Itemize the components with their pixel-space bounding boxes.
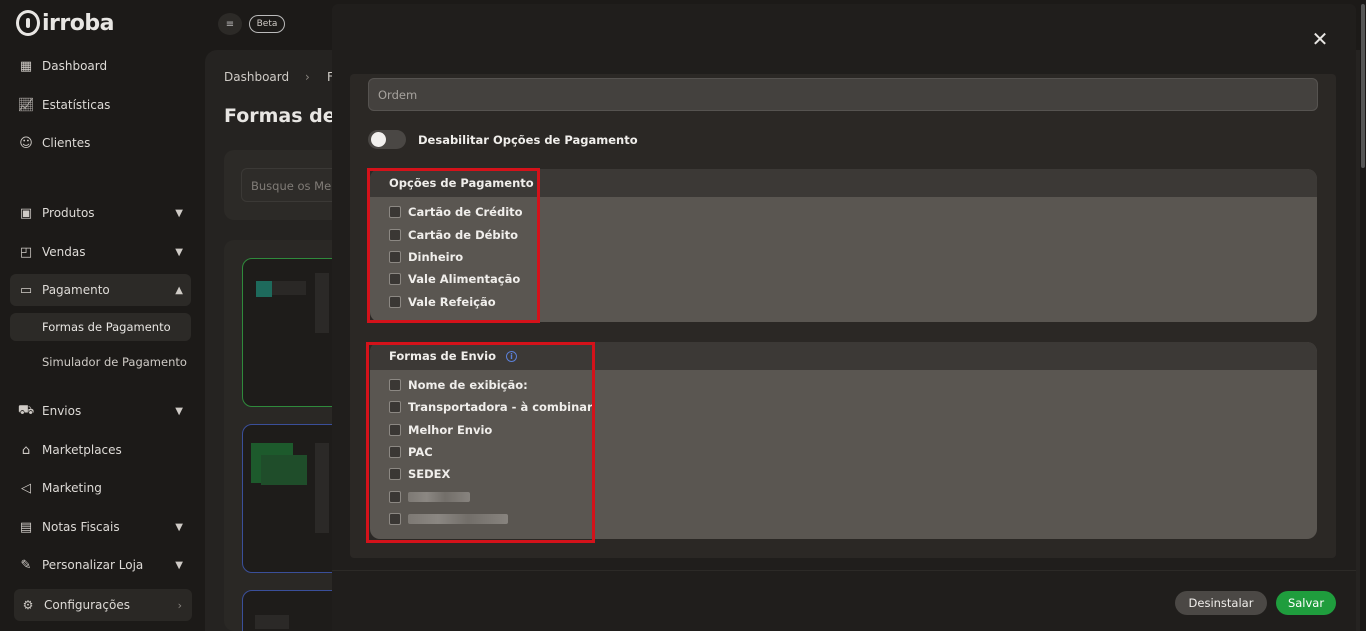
checkbox[interactable] [389, 251, 401, 263]
payment-card[interactable] [242, 424, 342, 573]
shipping-options-section: Formas de Envio i [370, 342, 1317, 539]
box-icon: ▣ [19, 205, 33, 221]
sidebar-item-configuracoes[interactable]: ⚙ Configurações › [14, 589, 192, 621]
megaphone-icon: ◁ [21, 480, 31, 496]
breadcrumb-separator-icon: › [305, 70, 310, 84]
info-icon[interactable]: i [505, 350, 517, 362]
dashboard-icon: ▦ [19, 58, 33, 74]
store-icon: ⌂ [21, 442, 31, 458]
bag-icon: ◰ [19, 244, 33, 260]
ordem-input[interactable]: Ordem [368, 78, 1318, 111]
chevron-right-icon: › [177, 598, 182, 612]
payment-options-section: Opções de Pagamento [370, 169, 1317, 322]
irroba-logo[interactable]: irroba [16, 10, 114, 36]
checkbox-transportadora[interactable]: Transportadora - à combinar [389, 400, 593, 414]
card-logo-blur [272, 281, 306, 295]
close-icon[interactable]: ✕ [1310, 29, 1330, 49]
sidebar-item-estatisticas[interactable]: 📈︎ Estatísticas [10, 89, 191, 121]
sidebar-item-pagamento[interactable]: ▭ Pagamento ▲ [10, 274, 191, 306]
card-text-blur [315, 273, 329, 333]
checkbox[interactable] [389, 446, 401, 458]
sidebar-item-marketing[interactable]: ◁ Marketing [10, 472, 191, 504]
checkbox-nome-exibicao[interactable]: Nome de exibição: [389, 378, 528, 392]
checkbox-redacted-1[interactable] [389, 490, 470, 504]
chevron-up-icon: ▲ [175, 284, 183, 296]
brush-icon: ✎ [20, 557, 32, 573]
page-title: Formas de p [224, 105, 332, 127]
card-text-blur [315, 443, 329, 533]
checkbox-dinheiro[interactable]: Dinheiro [389, 250, 463, 264]
checkbox[interactable] [389, 379, 401, 391]
sidebar-item-clientes[interactable]: ☺ Clientes [10, 127, 191, 159]
sidebar-item-vendas[interactable]: ◰ Vendas ▼ [10, 236, 191, 268]
checkbox[interactable] [389, 273, 401, 285]
chevron-down-icon: ▼ [175, 559, 183, 571]
truck-icon: ⛟ [17, 402, 35, 418]
payment-options-header: Opções de Pagamento [370, 169, 1317, 197]
card-logo [255, 615, 289, 629]
invoice-icon: ▤ [19, 519, 33, 535]
sidebar-item-dashboard[interactable]: ▦ Dashboard [10, 50, 191, 82]
checkbox-cartao-credito[interactable]: Cartão de Crédito [389, 205, 523, 219]
chart-icon: 📈︎ [17, 97, 35, 113]
sidebar: irroba ▦ Dashboard 📈︎ Estatísticas ☺ Cli… [0, 0, 205, 631]
sidebar-item-produtos[interactable]: ▣ Produtos ▼ [10, 197, 191, 229]
checkbox[interactable] [389, 424, 401, 436]
checkbox-vale-alimentacao[interactable]: Vale Alimentação [389, 272, 520, 286]
sidebar-item-personalizar-loja[interactable]: ✎ Personalizar Loja ▼ [10, 549, 191, 581]
card-icon: ▭ [19, 282, 33, 298]
checkbox-pac[interactable]: PAC [389, 445, 433, 459]
payment-card[interactable] [242, 258, 342, 407]
checkbox-cartao-debito[interactable]: Cartão de Débito [389, 228, 518, 242]
checkbox[interactable] [389, 229, 401, 241]
logo-icon [16, 10, 40, 36]
chevron-down-icon: ▼ [175, 246, 183, 258]
checkbox-redacted-2[interactable] [389, 512, 508, 526]
checkbox[interactable] [389, 401, 401, 413]
checkbox[interactable] [389, 296, 401, 308]
chevron-down-icon: ▼ [175, 405, 183, 417]
save-button[interactable]: Salvar [1276, 591, 1336, 615]
checkbox[interactable] [389, 513, 401, 525]
sidebar-item-envios[interactable]: ⛟ Envios ▼ [10, 395, 191, 427]
checkbox[interactable] [389, 206, 401, 218]
uninstall-button[interactable]: Desinstalar [1175, 591, 1267, 615]
toggle-label: Desabilitar Opções de Pagamento [418, 133, 638, 147]
chevron-down-icon: ▼ [175, 521, 183, 533]
redacted-label [408, 492, 470, 502]
disable-payment-options-toggle[interactable] [368, 130, 406, 149]
sidebar-subitem-simulador[interactable]: Simulador de Pagamento [10, 348, 191, 376]
sidebar-item-marketplaces[interactable]: ⌂ Marketplaces [10, 434, 191, 466]
checkbox[interactable] [389, 491, 401, 503]
checkbox-vale-refeicao[interactable]: Vale Refeição [389, 295, 496, 309]
users-icon: ☺ [19, 135, 33, 151]
search-input[interactable]: Busque os Mei [241, 168, 341, 202]
modal-footer-divider [332, 570, 1356, 571]
collapse-sidebar-button[interactable]: ≡ [218, 13, 242, 35]
scrollbar-thumb[interactable] [1361, 4, 1365, 168]
shipping-options-header: Formas de Envio i [370, 342, 1317, 370]
card-logo [256, 281, 272, 297]
beta-badge: Beta [249, 15, 285, 33]
card-logo-blur [261, 455, 307, 485]
redacted-label [408, 514, 508, 524]
chevron-down-icon: ▼ [175, 207, 183, 219]
payment-card[interactable] [242, 590, 342, 631]
breadcrumb-dashboard[interactable]: Dashboard [224, 70, 289, 84]
checkbox[interactable] [389, 468, 401, 480]
gear-icon: ⚙ [22, 598, 34, 612]
checkbox-sedex[interactable]: SEDEX [389, 467, 450, 481]
logo-text: irroba [42, 10, 114, 36]
checkbox-melhor-envio[interactable]: Melhor Envio [389, 423, 492, 437]
sidebar-item-notas-fiscais[interactable]: ▤ Notas Fiscais ▼ [10, 511, 191, 543]
sidebar-subitem-formas-de-pagamento[interactable]: Formas de Pagamento [10, 313, 191, 341]
